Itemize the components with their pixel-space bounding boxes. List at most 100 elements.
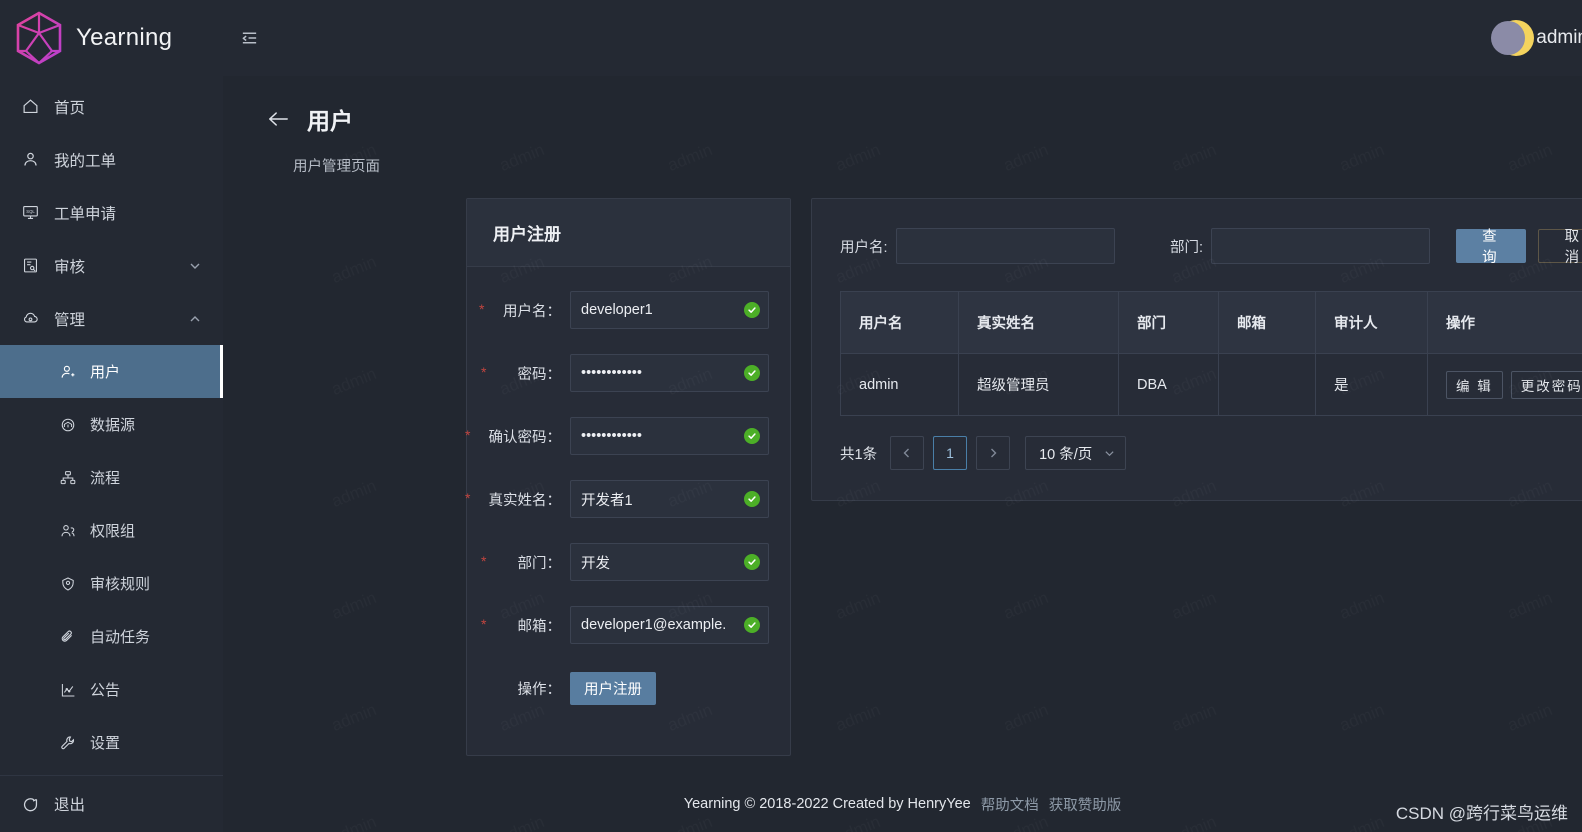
sidebar-item-3[interactable]: 审核	[0, 239, 223, 292]
table-header-row: 用户名 真实姓名 部门 邮箱 审计人 操作	[840, 291, 1582, 354]
username-label: admin	[1536, 27, 1582, 48]
sidebar-item-label: 首页	[54, 99, 86, 117]
filter-username-input[interactable]	[895, 228, 1115, 264]
pagination-next[interactable]	[976, 436, 1011, 470]
table-cell-3	[1218, 353, 1316, 416]
body-row: 用户注册 用户名： 密码： 确认密码： 真实姓名： 部门： 邮箱： 操作： 用户注册 用户名:…	[223, 176, 1582, 756]
table-cell-4: 是	[1315, 353, 1428, 416]
field-label-2: 确认密码：	[465, 426, 565, 447]
register-form: 用户名： 密码： 确认密码： 真实姓名： 部门： 邮箱： 操作： 用户注册	[465, 267, 790, 755]
filter-username-label: 用户名:	[840, 239, 888, 256]
register-submit-button[interactable]: 用户注册	[570, 671, 656, 705]
sidebar-item-5[interactable]: 用户	[0, 345, 223, 398]
pagination: 共1条 1 10 条/页	[840, 436, 1582, 470]
sidebar-item-label: 审核	[54, 258, 86, 276]
footer-link-sponsor[interactable]: 获取赞助版	[1049, 794, 1122, 815]
cloud-icon	[22, 310, 44, 327]
footer-copyright: Yearning © 2018-2022 Created by HenryYee	[683, 796, 971, 812]
pagination-page-1[interactable]: 1	[933, 436, 968, 470]
sidebar-item-0[interactable]: 首页	[0, 80, 223, 133]
sidebar: Yearning 首页我的工单 SQL 工单申请审核管理用户数据源流程权限组审核规则…	[0, 0, 223, 832]
back-button[interactable]	[267, 110, 289, 128]
page-size-select[interactable]: 10 条/页	[1025, 436, 1127, 470]
check-circle-icon	[744, 302, 760, 318]
table-header-cell-4: 审计人	[1315, 291, 1428, 354]
field-input-1[interactable]	[581, 365, 740, 381]
field-control-0[interactable]	[570, 291, 769, 329]
cancel-button[interactable]: 取 消	[1537, 229, 1582, 266]
sidebar-item-9[interactable]: 审核规则	[0, 557, 223, 610]
sidebar-item-11[interactable]: 公告	[0, 663, 223, 716]
form-row-5: 邮箱：	[467, 606, 769, 644]
sidebar-item-label: 自动任务	[90, 629, 151, 646]
query-button[interactable]: 查 询	[1456, 229, 1526, 266]
sidebar-item-2[interactable]: SQL 工单申请	[0, 186, 223, 239]
audit-icon	[22, 257, 44, 274]
sidebar-item-7[interactable]: 流程	[0, 451, 223, 504]
user-icon	[22, 151, 44, 168]
form-row-2: 确认密码：	[465, 417, 769, 455]
field-input-5[interactable]	[581, 617, 740, 633]
sidebar-item-label: 管理	[54, 311, 86, 329]
page-size-label: 10 条/页	[1039, 446, 1093, 463]
table-body: admin超级管理员DBA 是编 辑更改密码权 限	[840, 353, 1582, 416]
check-circle-icon	[744, 428, 760, 444]
menu-fold-button[interactable]	[223, 8, 275, 68]
field-input-2[interactable]	[581, 428, 740, 444]
sidebar-item-1[interactable]: 我的工单	[0, 133, 223, 186]
table-cell-0: admin	[840, 353, 959, 416]
filter-dept-input[interactable]	[1211, 228, 1431, 264]
field-control-3[interactable]	[570, 480, 769, 518]
sidebar-item-12[interactable]: 设置	[0, 716, 223, 769]
sidebar-item-label: 数据源	[90, 417, 136, 434]
user-menu[interactable]: admin	[1491, 20, 1582, 56]
brand-name: Yearning	[76, 24, 173, 51]
card-title: 用户注册	[467, 199, 790, 267]
table-cell-5: 编 辑更改密码权 限	[1427, 353, 1582, 416]
sidebar-item-4[interactable]: 管理	[0, 292, 223, 345]
sidebar-item-label: 工单申请	[54, 205, 117, 223]
field-control-1[interactable]	[570, 354, 769, 392]
field-input-3[interactable]	[581, 491, 740, 507]
table-header-cell-2: 部门	[1118, 291, 1219, 354]
sidebar-item-label: 流程	[90, 470, 121, 487]
table-header-cell-3: 邮箱	[1218, 291, 1316, 354]
sidebar-item-label: 设置	[90, 735, 121, 752]
field-control-5[interactable]	[570, 606, 769, 644]
sidebar-item-label: 我的工单	[54, 152, 117, 170]
sidebar-item-logout[interactable]: 退出	[0, 776, 223, 832]
footer-link-docs[interactable]: 帮助文档	[981, 794, 1039, 815]
pagination-prev[interactable]	[890, 436, 925, 470]
field-control-2[interactable]	[570, 417, 769, 455]
sidebar-item-label: 权限组	[90, 523, 136, 540]
field-label-3: 真实姓名：	[465, 489, 565, 510]
team-icon	[60, 523, 80, 539]
field-control-4[interactable]	[570, 543, 769, 581]
field-input-4[interactable]	[581, 554, 740, 570]
field-label-4: 部门：	[467, 552, 565, 573]
footer: Yearning © 2018-2022 Created by HenryYee…	[223, 776, 1582, 832]
form-row-1: 密码：	[467, 354, 769, 392]
arrow-left-icon	[269, 112, 288, 126]
sidebar-item-10[interactable]: 自动任务	[0, 610, 223, 663]
sidebar-item-8[interactable]: 权限组	[0, 504, 223, 557]
table-header-cell-5: 操作	[1427, 291, 1582, 354]
form-row-4: 部门：	[467, 543, 769, 581]
topbar: admin	[223, 0, 1582, 76]
sidebar-item-6[interactable]: 数据源	[0, 398, 223, 451]
sql-monitor-icon: SQL	[22, 204, 44, 221]
field-label-1: 密码：	[467, 363, 565, 384]
chevron-up-icon	[189, 313, 201, 325]
sidebar-item-label: 用户	[90, 364, 121, 381]
action-label: 操作：	[517, 681, 562, 698]
field-input-0[interactable]	[581, 302, 740, 318]
logout-section: 退出	[0, 775, 223, 832]
table-cell-1: 超级管理员	[958, 353, 1119, 416]
brand[interactable]: Yearning	[0, 0, 223, 76]
hexagon-cube-logo-icon	[16, 11, 62, 65]
row-action-0[interactable]: 编 辑	[1446, 370, 1503, 399]
chevron-left-icon	[903, 448, 910, 458]
page-title: 用户	[307, 108, 353, 134]
flow-icon	[60, 470, 80, 486]
row-action-1[interactable]: 更改密码	[1510, 370, 1582, 399]
